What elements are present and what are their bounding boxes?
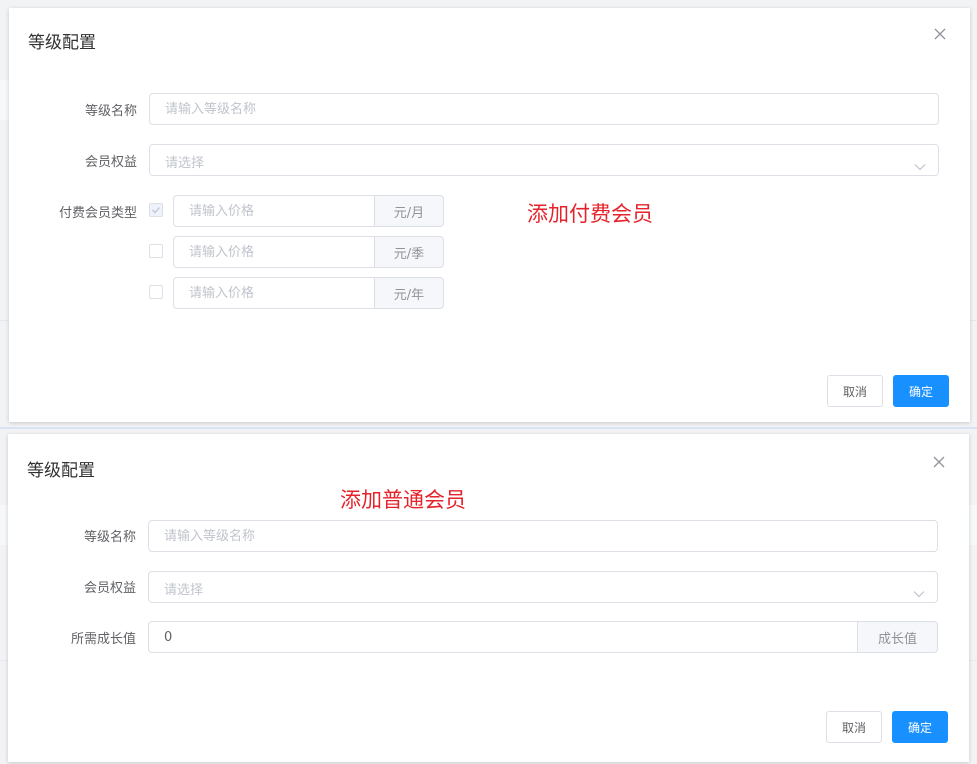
growth-label: 所需成长值 <box>70 632 136 647</box>
quarterly-price-input[interactable] <box>173 236 374 268</box>
monthly-price-input[interactable] <box>173 195 374 227</box>
benefits-select[interactable]: 请选择 <box>149 144 939 176</box>
dialog-title: 等级配置 <box>28 33 96 53</box>
quarterly-checkbox[interactable] <box>149 244 163 258</box>
page: 等级配置 添加付费会员 等级名称 会员权益 请选择 付费会员类型 元/月 元/季 <box>0 0 977 764</box>
normal-level-dialog: 等级配置 添加普通会员 等级名称 会员权益 请选择 所需成长值 成长值 取消 确… <box>8 434 969 762</box>
check-icon <box>152 207 160 214</box>
dialog-separator <box>0 427 977 429</box>
benefits-placeholder: 请选择 <box>165 156 205 171</box>
level-name-input[interactable] <box>149 93 939 125</box>
monthly-checkbox[interactable] <box>149 203 163 217</box>
benefits-label: 会员权益 <box>84 155 137 170</box>
cancel-button[interactable]: 取消 <box>827 375 883 407</box>
chevron-down-icon <box>914 156 926 175</box>
growth-group: 成长值 <box>148 621 938 653</box>
paid-type-label: 付费会员类型 <box>58 206 137 221</box>
monthly-price-group: 元/月 <box>173 195 444 227</box>
yearly-price-group: 元/年 <box>173 277 444 309</box>
yearly-checkbox[interactable] <box>149 285 163 299</box>
level-name-label: 等级名称 <box>84 104 137 119</box>
benefits-label: 会员权益 <box>83 581 136 596</box>
confirm-button[interactable]: 确定 <box>893 375 949 407</box>
quarterly-price-group: 元/季 <box>173 236 444 268</box>
dialog-title: 等级配置 <box>27 461 95 481</box>
level-name-label: 等级名称 <box>83 530 136 545</box>
annotation-normal: 添加普通会员 <box>340 488 466 512</box>
monthly-unit: 元/月 <box>374 195 444 227</box>
growth-unit: 成长值 <box>857 621 938 653</box>
quarterly-unit: 元/季 <box>374 236 444 268</box>
paid-level-dialog: 等级配置 添加付费会员 等级名称 会员权益 请选择 付费会员类型 元/月 元/季 <box>9 8 970 422</box>
level-name-input[interactable] <box>148 520 938 552</box>
yearly-unit: 元/年 <box>374 277 444 309</box>
benefits-placeholder: 请选择 <box>164 583 204 598</box>
benefits-select[interactable]: 请选择 <box>148 571 938 603</box>
annotation-paid: 添加付费会员 <box>527 202 653 226</box>
close-icon[interactable] <box>933 456 947 470</box>
close-icon[interactable] <box>934 28 948 42</box>
confirm-button[interactable]: 确定 <box>892 711 948 743</box>
chevron-down-icon <box>913 583 925 602</box>
yearly-price-input[interactable] <box>173 277 374 309</box>
growth-input[interactable] <box>148 621 857 653</box>
cancel-button[interactable]: 取消 <box>826 711 882 743</box>
